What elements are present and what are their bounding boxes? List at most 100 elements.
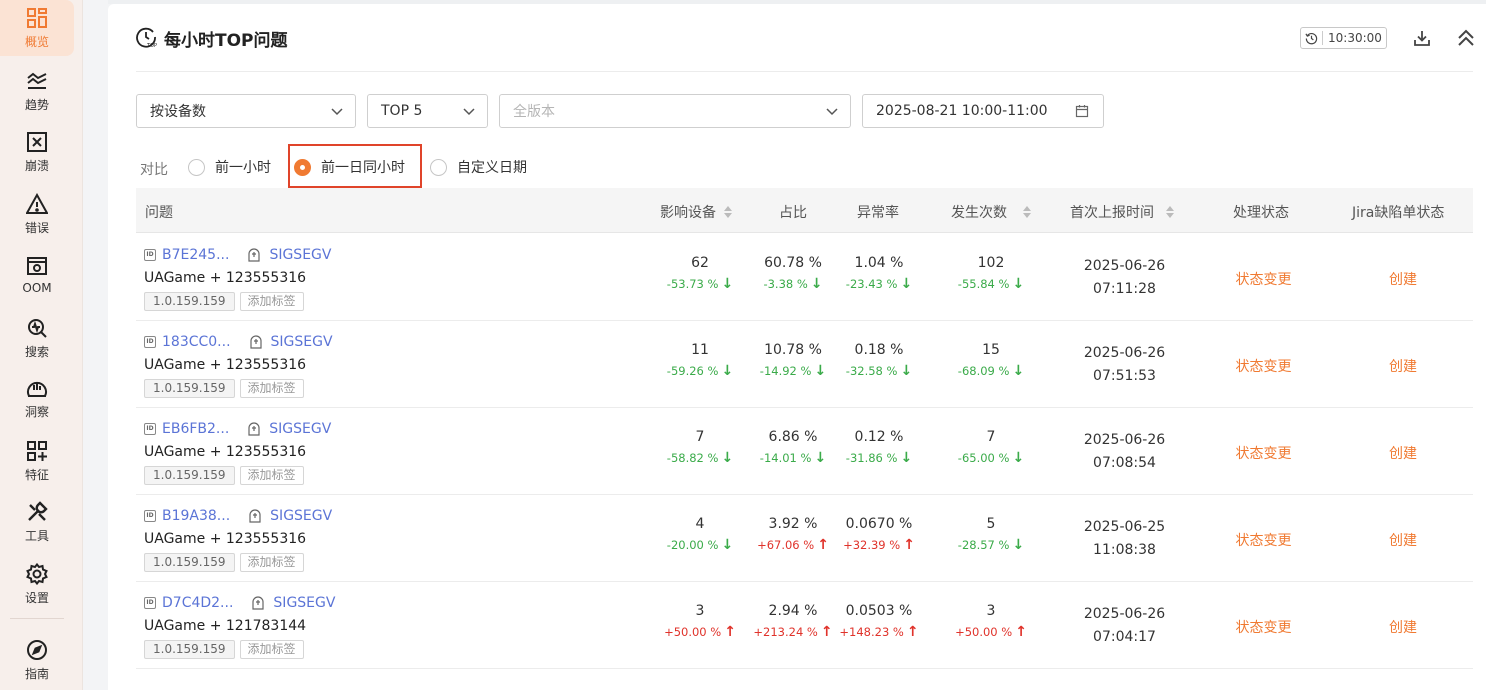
history-icon [1301,31,1323,45]
ratio-change: -14.92 % ↓ [743,362,843,379]
gear-icon [25,562,49,586]
issue-app: UAGame + 123555316 [144,357,307,373]
col-first-time[interactable]: 首次上报时间 [1070,202,1174,222]
sidebar-item-trend[interactable]: 趋势 [0,63,74,119]
issue-tags: 1.0.159.159 添加标签 [144,379,309,398]
jira-create-link[interactable]: 创建 [1373,269,1433,289]
jira-create-link[interactable]: 创建 [1373,617,1433,637]
compare-prev-hour-radio[interactable]: 前一小时 [188,157,271,177]
add-tag-button[interactable]: 添加标签 [239,553,304,572]
ratio-change: -3.38 % ↓ [743,277,843,292]
table-row: ID B7E245... SIGSEGV UAGame + 123555316 … [136,234,1473,321]
sidebar-item-settings[interactable]: 设置 [0,556,74,612]
signal-link[interactable]: SIGSEGV [271,334,333,350]
issue-id-link[interactable]: B19A38... [162,508,230,524]
change-value: -55.84 % [957,277,1010,291]
date-range-picker[interactable]: 2025-08-21 10:00-11:00 [862,94,1104,128]
issue-tags: 1.0.159.159 添加标签 [144,466,309,485]
tombstone-icon [248,422,260,436]
sidebar-item-insight[interactable]: 洞察 [0,370,74,426]
status-change-link[interactable]: 状态变更 [1226,530,1301,550]
first-report-time: 2025-06-26 07:51:53 [1072,342,1177,388]
compare-custom-date-radio[interactable]: 自定义日期 [430,157,527,177]
arrow-down-icon: ↓ [721,449,734,466]
version-tag: 1.0.159.159 [144,466,235,485]
issue-id-link[interactable]: 183CC0... [162,334,231,350]
search-icon [25,316,49,340]
sidebar-item-oom[interactable]: OOM [0,248,74,304]
ratio-value: 6.86 % [768,429,818,445]
jira-create-link[interactable]: 创建 [1373,443,1433,463]
signal-link[interactable]: SIGSEGV [270,508,332,524]
count-value: 3 [986,603,996,619]
sidebar-item-guide[interactable]: 指南 [0,632,74,688]
download-button[interactable] [1412,28,1432,48]
selection-highlight [288,144,422,188]
col-count[interactable]: 发生次数 [951,202,1031,222]
arrow-up-icon: ↑ [724,623,736,640]
change-value: -53.73 % [666,277,719,291]
count-value: 15 [982,342,1000,358]
devices-cell: 3 +50.00 % ↑ [650,603,750,639]
version-select[interactable]: 全版本 [499,94,851,128]
download-icon [1414,31,1430,46]
sidebar-item-search[interactable]: 搜索 [0,310,74,366]
rate-value: 1.04 % [854,255,904,271]
devices-change: -53.73 % ↓ [650,277,750,292]
col-devices[interactable]: 影响设备 [660,202,732,222]
svg-text:TOP: TOP [146,43,157,48]
change-value: -65.00 % [957,451,1010,465]
sidebar-item-crash[interactable]: 崩溃 [0,124,74,180]
devices-cell: 4 -20.00 % ↓ [650,516,750,552]
add-tag-button[interactable]: 添加标签 [239,379,304,398]
col-rate-label: 异常率 [857,205,899,221]
issue-id-link[interactable]: D7C4D2... [162,595,233,611]
signal-link[interactable]: SIGSEGV [269,421,331,437]
change-value: -58.82 % [666,451,719,465]
add-tag-button[interactable]: 添加标签 [239,292,304,311]
top-n-select[interactable]: TOP 5 [367,94,488,128]
status-change-link[interactable]: 状态变更 [1226,356,1301,376]
version-tag: 1.0.159.159 [144,553,235,572]
add-tag-button[interactable]: 添加标签 [239,640,304,659]
error-icon [25,192,49,216]
arrow-down-icon: ↓ [1012,449,1025,466]
version-tag: 1.0.159.159 [144,640,235,659]
arrow-down-icon: ↓ [814,362,827,379]
first-report-date: 2025-06-25 [1083,519,1166,535]
add-tag-button[interactable]: 添加标签 [239,466,304,485]
metric-select[interactable]: 按设备数 [136,94,356,128]
collapse-button[interactable] [1455,27,1477,49]
rate-cell: 0.0670 % +32.39 % ↑ [829,516,929,552]
devices-value: 7 [695,429,705,445]
sidebar-item-error[interactable]: 错误 [0,186,74,242]
tools-icon [25,500,49,524]
count-change: -55.84 % ↓ [941,277,1041,292]
jira-create-link[interactable]: 创建 [1373,356,1433,376]
ratio-cell: 60.78 % -3.38 % ↓ [743,255,843,291]
change-value: -68.09 % [957,364,1010,378]
col-jira-label: Jira缺陷单状态 [1352,205,1445,221]
sidebar-item-overview[interactable]: 概览 [0,0,74,56]
sidebar-item-tools[interactable]: 工具 [0,494,74,550]
first-report-date: 2025-06-26 [1083,258,1166,274]
sidebar-item-label: 概览 [24,35,49,49]
refresh-time-badge[interactable]: 10:30:00 [1300,27,1387,49]
status-change-link[interactable]: 状态变更 [1226,443,1301,463]
col-devices-label: 影响设备 [660,205,716,221]
status-change-link[interactable]: 状态变更 [1226,269,1301,289]
issue-id-link[interactable]: EB6FB2... [162,421,229,437]
jira-create-link[interactable]: 创建 [1373,530,1433,550]
rate-cell: 0.0503 % +148.23 % ↑ [829,603,929,639]
devices-cell: 62 -53.73 % ↓ [650,255,750,291]
sidebar-item-feature[interactable]: 特征 [0,433,74,489]
arrow-down-icon: ↓ [814,449,827,466]
status-change-link[interactable]: 状态变更 [1226,617,1301,637]
signal-link[interactable]: SIGSEGV [273,595,335,611]
arrow-up-icon: ↑ [906,623,919,640]
issue-id-link[interactable]: B7E245... [162,247,229,263]
devices-value: 4 [695,516,705,532]
date-range-value: 2025-08-21 10:00-11:00 [876,103,1048,119]
signal-link[interactable]: SIGSEGV [269,247,331,263]
sidebar-item-label: 设置 [24,591,49,605]
